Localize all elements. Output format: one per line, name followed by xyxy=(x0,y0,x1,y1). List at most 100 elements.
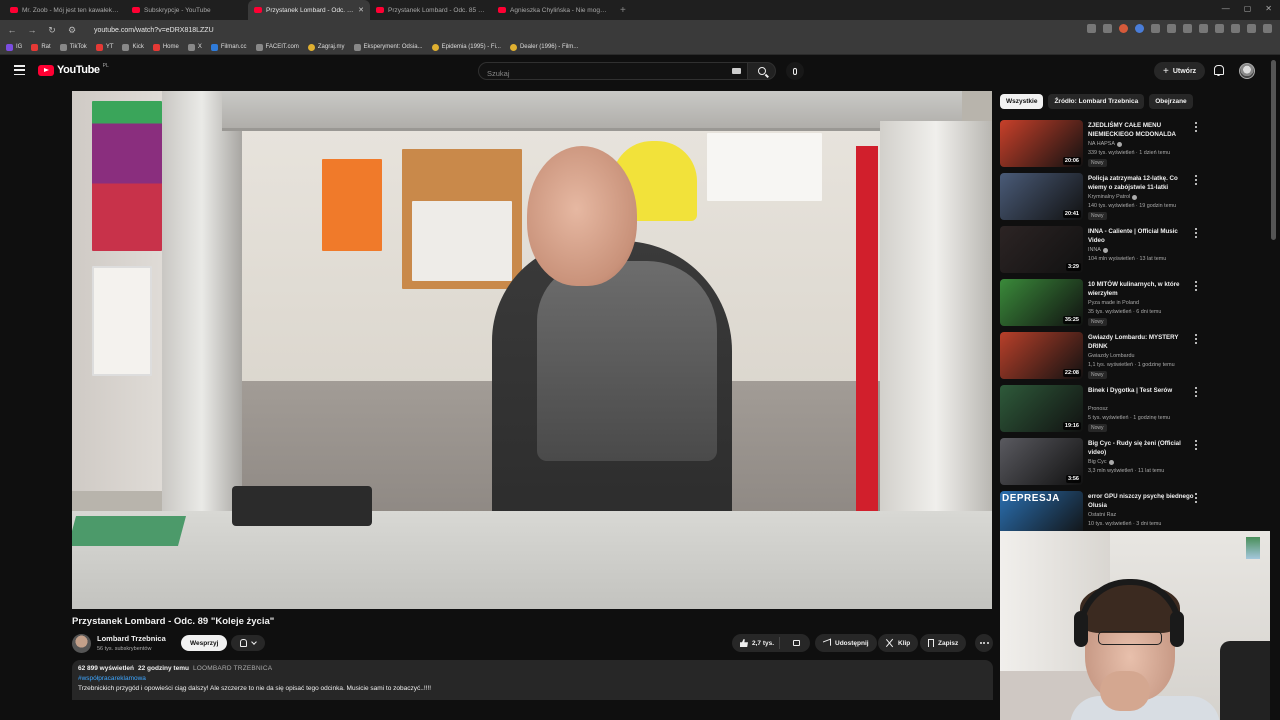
extension-icon[interactable] xyxy=(1215,24,1224,33)
video-player[interactable] xyxy=(72,91,992,609)
like-button[interactable]: 2,7 tys. xyxy=(732,637,780,649)
recommended-video-title[interactable]: error GPU niszczy psychę biednego Olusia xyxy=(1088,492,1194,510)
bookmark[interactable]: X xyxy=(187,43,202,51)
chip-source-channel[interactable]: Źródło: Lombard Trzebnica xyxy=(1048,94,1145,109)
more-options-icon[interactable] xyxy=(1194,334,1198,344)
support-button[interactable]: Wesprzyj xyxy=(181,635,228,651)
bookmark[interactable]: Kick xyxy=(122,43,144,51)
site-info-icon[interactable]: ⚙ xyxy=(66,25,78,36)
recommended-video-title[interactable]: Binek i Dygotka | Test Serów xyxy=(1088,386,1194,395)
keyboard-icon[interactable] xyxy=(732,68,741,74)
channel-name[interactable]: Lombard Trzebnica xyxy=(97,634,166,643)
bookmark[interactable]: Zagraj.my xyxy=(307,43,345,51)
bookmark[interactable]: Filman.cc xyxy=(210,43,247,51)
extension-icon[interactable] xyxy=(1167,24,1176,33)
more-options-icon[interactable] xyxy=(1194,122,1198,132)
brave-shield-icon[interactable] xyxy=(1119,24,1128,33)
bookmark[interactable]: Epidemia (1995) - Fi... xyxy=(431,43,501,51)
recommended-video-channel[interactable]: Ostatni Raz xyxy=(1088,512,1116,518)
browser-tab[interactable]: Agnieszka Chylińska - Nie mogę Cię xyxy=(492,0,614,20)
browser-tab[interactable]: Subskrypcje - YouTube xyxy=(126,0,248,20)
channel-avatar[interactable] xyxy=(72,634,91,653)
new-tab-icon[interactable]: + xyxy=(620,5,626,16)
recommended-video-channel[interactable]: Big Cyc xyxy=(1088,459,1114,465)
recommended-video-title[interactable]: INNA - Caliente | Official Music Video xyxy=(1088,227,1194,245)
notifications-bell-icon[interactable] xyxy=(1213,65,1224,76)
share-button[interactable]: Udostępnij xyxy=(815,634,877,652)
browser-tab[interactable]: Mr. Zoob - Mój jest ten kawałek podłogi xyxy=(4,0,126,20)
playlist-icon[interactable] xyxy=(1247,24,1256,33)
extension-icon[interactable] xyxy=(1135,24,1144,33)
youtube-logo[interactable]: YouTube PL xyxy=(38,63,109,76)
bookmark[interactable]: IG xyxy=(6,43,22,51)
dislike-button[interactable] xyxy=(784,640,810,646)
recommended-video-channel[interactable]: NA HAPSA xyxy=(1088,141,1122,147)
more-options-icon[interactable] xyxy=(1194,228,1198,238)
extension-icon[interactable] xyxy=(1151,24,1160,33)
back-icon[interactable]: ← xyxy=(6,25,18,35)
video-thumbnail[interactable]: 35:25 xyxy=(1000,279,1083,326)
extension-icon[interactable] xyxy=(1231,24,1240,33)
notification-settings-button[interactable] xyxy=(231,635,265,651)
save-button[interactable]: Zapisz xyxy=(920,634,967,652)
more-options-icon[interactable] xyxy=(1194,281,1198,291)
recommended-video[interactable]: 22:08 Gwiazdy Lombardu: MYSTERY DRINK Gwia… xyxy=(1000,332,1210,380)
bookmark[interactable]: Rat xyxy=(31,43,51,51)
url-field[interactable]: youtube.com/watch?v=eDRX818LZZU xyxy=(94,27,214,34)
recommended-video-channel[interactable]: INNA xyxy=(1088,247,1108,253)
close-window-icon[interactable]: ✕ xyxy=(1265,4,1272,13)
recommended-video-title[interactable]: 10 MITÓW kulinarnych, w które wierzyłem xyxy=(1088,280,1194,298)
recommended-video[interactable]: 19:16 Binek i Dygotka | Test Serów Pronosz… xyxy=(1000,385,1210,433)
recommended-video-channel[interactable]: Pronosz xyxy=(1088,406,1108,412)
download-icon[interactable] xyxy=(1199,24,1208,33)
video-thumbnail[interactable]: 22:08 xyxy=(1000,332,1083,379)
hamburger-menu-icon[interactable] xyxy=(14,65,25,75)
recommended-video[interactable]: 3:29 INNA - Caliente | Official Music Vid… xyxy=(1000,226,1210,274)
description-box[interactable]: 62 899 wyświetleń 22 godziny temu LOOMBA… xyxy=(72,660,993,700)
video-thumbnail[interactable]: 3:56 xyxy=(1000,438,1083,485)
recommended-video[interactable]: 20:06 ZJEDLIŚMY CAŁE MENU NIEMIECKIEGO MC… xyxy=(1000,120,1210,168)
bookmark[interactable]: Eksperyment: Odsia... xyxy=(353,43,423,51)
video-thumbnail[interactable]: 19:16 xyxy=(1000,385,1083,432)
bookmark[interactable]: Dealer (1996) - Film... xyxy=(509,43,578,51)
browser-tab[interactable]: Przystanek Lombard - Odc. 85 "Via W xyxy=(370,0,492,20)
recommended-video[interactable]: 20:41 Policja zatrzymała 12-latkę. Co wie… xyxy=(1000,173,1210,221)
video-thumbnail[interactable]: 20:06 xyxy=(1000,120,1083,167)
recommended-video-channel[interactable]: Pyza made in Poland xyxy=(1088,300,1139,306)
recommended-video-title[interactable]: Big Cyc - Rudy się żeni (Official video) xyxy=(1088,439,1194,457)
recommended-video[interactable]: 3:56 Big Cyc - Rudy się żeni (Official vi… xyxy=(1000,438,1210,486)
share-page-icon[interactable] xyxy=(1103,24,1112,33)
close-tab-icon[interactable]: ✕ xyxy=(358,6,364,14)
forward-icon[interactable]: → xyxy=(26,25,38,35)
search-button[interactable] xyxy=(748,62,776,80)
bookmark[interactable]: TikTok xyxy=(59,43,87,51)
chip-all[interactable]: Wszystkie xyxy=(1000,94,1044,109)
more-options-icon[interactable] xyxy=(1194,387,1198,397)
bookmark[interactable]: YT xyxy=(95,43,113,51)
minimize-icon[interactable]: — xyxy=(1222,4,1230,13)
puzzle-icon[interactable] xyxy=(1183,24,1192,33)
more-options-icon[interactable] xyxy=(1194,440,1198,450)
cast-icon[interactable] xyxy=(1087,24,1096,33)
more-actions-button[interactable] xyxy=(975,634,993,652)
recommended-video-title[interactable]: ZJEDLIŚMY CAŁE MENU NIEMIECKIEGO MCDONAL… xyxy=(1088,121,1194,139)
hashtag-link[interactable]: #współpracareklamowa xyxy=(78,675,987,682)
more-options-icon[interactable] xyxy=(1194,175,1198,185)
recommended-video-title[interactable]: Gwiazdy Lombardu: MYSTERY DRINK xyxy=(1088,333,1194,351)
create-button[interactable]: + Utwórz xyxy=(1154,62,1206,80)
browser-tab-active[interactable]: Przystanek Lombard - Odc. 89 ✕ xyxy=(248,0,370,20)
video-thumbnail[interactable]: 20:41 xyxy=(1000,173,1083,220)
bookmark[interactable]: Home xyxy=(152,43,179,51)
recommended-video[interactable]: 35:25 10 MITÓW kulinarnych, w które wierz… xyxy=(1000,279,1210,327)
reload-icon[interactable]: ↻ xyxy=(46,25,58,36)
video-thumbnail[interactable]: 3:29 xyxy=(1000,226,1083,273)
account-avatar[interactable] xyxy=(1239,63,1255,79)
recommended-video-channel[interactable]: Kryminalny Patrol xyxy=(1088,194,1138,200)
maximize-icon[interactable]: ▢ xyxy=(1244,4,1252,13)
browser-menu-icon[interactable] xyxy=(1263,24,1272,33)
more-options-icon[interactable] xyxy=(1194,493,1198,503)
recommended-video-channel[interactable]: Gwiazdy Lombardu xyxy=(1088,353,1134,359)
search-input[interactable] xyxy=(479,65,719,82)
bookmark[interactable]: FACEIT.com xyxy=(255,43,299,51)
voice-search-button[interactable] xyxy=(786,62,804,80)
